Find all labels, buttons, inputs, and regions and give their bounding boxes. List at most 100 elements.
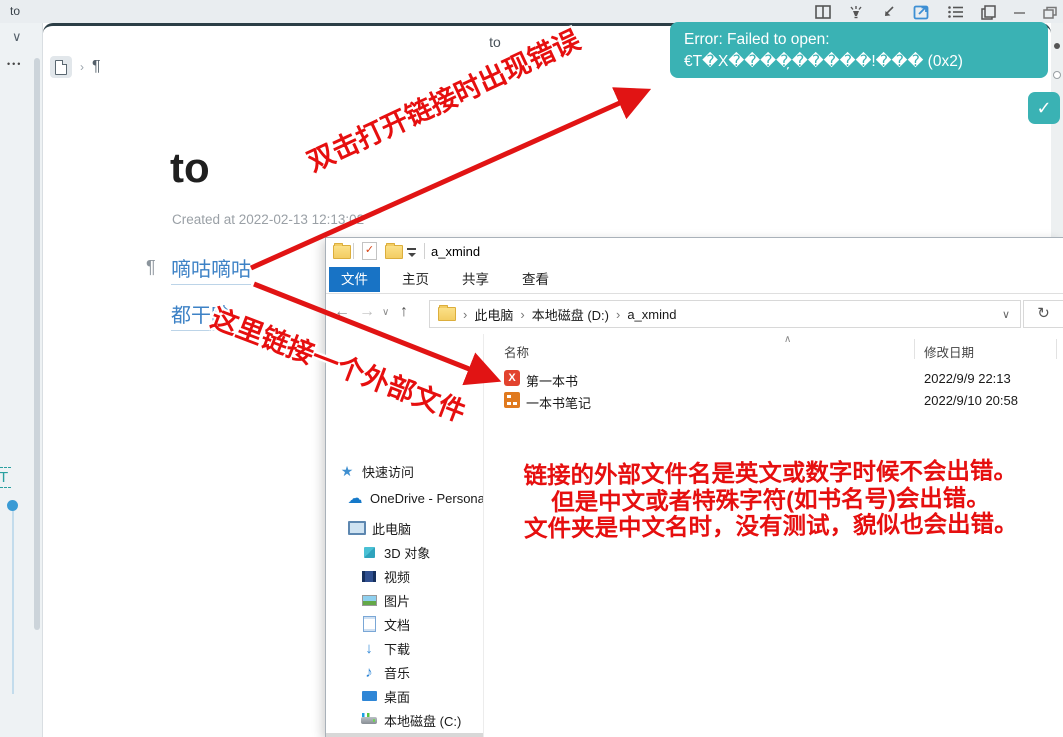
videos-icon bbox=[360, 568, 378, 584]
explorer-file-pane: ∧ 名称 修改日期 类型 大小 X 第一本书 2022/9/9 22:13 XM… bbox=[484, 334, 1063, 737]
sidebar-item-quick-access[interactable]: ★ 快速访问 bbox=[326, 460, 483, 482]
file-name[interactable]: 第一本书 bbox=[526, 371, 578, 390]
collapse-arrows-icon[interactable] bbox=[881, 5, 896, 19]
column-separator[interactable] bbox=[914, 339, 915, 359]
doc-header-title: to bbox=[489, 34, 501, 50]
ribbon-tab-share[interactable]: 共享 bbox=[450, 267, 501, 292]
dock-dot-filled[interactable] bbox=[1054, 43, 1060, 49]
gutter-guide-line bbox=[12, 511, 14, 694]
file-name[interactable]: 一本书笔记 bbox=[526, 393, 591, 412]
quick-access-dropdown-icon[interactable] bbox=[407, 248, 416, 257]
explorer-address-row: ← → ∨ ↑ › 此电脑 › 本地磁盘 (D:) › a_xmind ∨ ↻ bbox=[326, 294, 1063, 334]
desktop-icon bbox=[360, 688, 378, 704]
error-toast: Error: Failed to open: €T�X����̦�����!��… bbox=[670, 22, 1048, 78]
sidebar-item-drive-c[interactable]: 本地磁盘 (C:) bbox=[326, 709, 483, 731]
this-pc-icon bbox=[348, 520, 366, 536]
titlebar-separator bbox=[424, 243, 425, 259]
sidebar-item-downloads[interactable]: ↓ 下载 bbox=[326, 637, 483, 659]
file-row-2[interactable]: 一本书笔记 2022/9/10 20:58 DRAWIO 文件 bbox=[484, 334, 1063, 411]
more-options-icon[interactable]: ••• bbox=[7, 59, 22, 69]
sidebar-item-3d-objects[interactable]: 3D 对象 bbox=[326, 541, 483, 563]
folder-icon[interactable] bbox=[385, 243, 403, 259]
sidebar-item-music[interactable]: ♪ 音乐 bbox=[326, 661, 483, 683]
vertical-scrollbar[interactable] bbox=[34, 58, 40, 630]
column-header-date[interactable]: 修改日期 bbox=[924, 342, 974, 361]
3d-objects-icon bbox=[360, 544, 378, 560]
sort-ascending-icon[interactable]: ∧ bbox=[784, 334, 791, 345]
error-toast-line1: Error: Failed to open: bbox=[684, 31, 830, 48]
open-external-icon[interactable] bbox=[913, 4, 930, 20]
star-icon: ★ bbox=[340, 462, 354, 479]
note-title[interactable]: to bbox=[170, 144, 210, 192]
ribbon-tab-home[interactable]: 主页 bbox=[390, 267, 441, 292]
sidebar-item-videos[interactable]: 视频 bbox=[326, 565, 483, 587]
address-segment-drive-d[interactable]: 本地磁盘 (D:) bbox=[532, 305, 609, 324]
explorer-sidebar: ★ 快速访问 ☁ OneDrive - Persona 此电脑 3D 对象 视频 图… bbox=[326, 334, 484, 737]
minimize-icon[interactable] bbox=[1013, 6, 1026, 19]
explorer-ribbon: 文件 主页 共享 查看 bbox=[326, 265, 1063, 294]
breadcrumb: › ¶ bbox=[50, 56, 101, 78]
drive-c-icon bbox=[360, 712, 378, 728]
file-explorer-window: ✓ a_xmind 文件 主页 共享 查看 ← → ∨ ↑ › 此电脑 › 本地… bbox=[325, 237, 1063, 737]
confirm-check-button[interactable]: ✓ bbox=[1028, 92, 1060, 124]
titlebar-separator bbox=[353, 243, 354, 259]
note-created-timestamp: Created at 2022-02-13 12:13:02 bbox=[172, 212, 365, 227]
clipped-left-text: T bbox=[0, 467, 12, 488]
left-rail: ∨ ••• T bbox=[0, 23, 43, 737]
spotlight-lamp-icon[interactable] bbox=[848, 5, 864, 20]
paragraph-mark-icon[interactable]: ¶ bbox=[92, 58, 101, 76]
column-header-name[interactable]: 名称 bbox=[504, 342, 529, 361]
copy-stack-icon[interactable] bbox=[981, 4, 996, 20]
address-bar[interactable]: › 此电脑 › 本地磁盘 (D:) › a_xmind ∨ bbox=[429, 300, 1021, 328]
column-separator[interactable] bbox=[1056, 339, 1057, 359]
music-icon: ♪ bbox=[365, 663, 373, 681]
window-tab-title[interactable]: to bbox=[10, 4, 20, 18]
sidebar-item-onedrive[interactable]: ☁ OneDrive - Persona bbox=[326, 487, 484, 509]
sidebar-item-drive-d[interactable]: 本地磁盘 (D:) bbox=[326, 733, 483, 737]
app-toolbar bbox=[815, 2, 1057, 22]
sidebar-item-desktop[interactable]: 桌面 bbox=[326, 685, 483, 707]
breadcrumb-separator: › bbox=[80, 60, 84, 74]
error-toast-line2: €T�X����̦�����!��� (0x2) bbox=[684, 53, 963, 71]
note-link-1[interactable]: 嘀咕嘀咕 bbox=[171, 253, 251, 285]
explorer-titlebar[interactable]: ✓ a_xmind bbox=[326, 238, 1063, 265]
explorer-window-title: a_xmind bbox=[431, 244, 481, 259]
pictures-icon bbox=[360, 592, 378, 608]
forward-button[interactable]: → bbox=[359, 303, 375, 321]
note-link-2[interactable]: 都干啥 bbox=[171, 299, 231, 331]
up-button[interactable]: ↑ bbox=[400, 303, 408, 321]
onedrive-cloud-icon: ☁ bbox=[347, 490, 363, 507]
chevron-down-icon[interactable]: ∨ bbox=[12, 29, 22, 45]
restore-window-icon[interactable] bbox=[1043, 6, 1057, 19]
documents-icon bbox=[360, 616, 378, 632]
ribbon-tab-view[interactable]: 查看 bbox=[510, 267, 561, 292]
crumb-sep-icon: › bbox=[520, 306, 525, 322]
doc-icon[interactable] bbox=[50, 56, 72, 78]
sidebar-item-documents[interactable]: 文档 bbox=[326, 613, 483, 635]
drawio-file-icon bbox=[504, 392, 520, 408]
address-dropdown-icon[interactable]: ∨ bbox=[1002, 308, 1010, 321]
gutter-dot-handle[interactable] bbox=[7, 500, 18, 511]
back-button[interactable]: ← bbox=[334, 303, 350, 321]
address-segment-this-pc[interactable]: 此电脑 bbox=[474, 305, 513, 324]
crumb-sep-icon: › bbox=[615, 306, 621, 322]
screen: to ∨ ••• T to › ¶ to Created at 2022-02-… bbox=[0, 0, 1063, 737]
bullet-list-icon[interactable] bbox=[947, 5, 964, 19]
history-dropdown-icon[interactable]: ∨ bbox=[382, 307, 389, 318]
folder-icon bbox=[438, 305, 456, 321]
file-date: 2022/9/9 22:13 bbox=[924, 371, 1011, 386]
downloads-icon: ↓ bbox=[365, 639, 373, 657]
refresh-button[interactable]: ↻ bbox=[1023, 300, 1063, 328]
properties-check-icon[interactable]: ✓ bbox=[362, 242, 377, 260]
file-date: 2022/9/10 20:58 bbox=[924, 393, 1018, 408]
app-titlebar: to bbox=[0, 0, 1063, 23]
ribbon-tab-file[interactable]: 文件 bbox=[329, 267, 380, 292]
address-segment-folder[interactable]: a_xmind bbox=[627, 307, 676, 322]
paragraph-mark: ¶ bbox=[146, 257, 156, 277]
dock-dot-outline[interactable] bbox=[1053, 71, 1061, 79]
columns-layout-icon[interactable] bbox=[815, 5, 831, 19]
sidebar-item-pictures[interactable]: 图片 bbox=[326, 589, 483, 611]
crumb-sep-icon: › bbox=[463, 306, 468, 322]
sidebar-item-this-pc[interactable]: 此电脑 bbox=[326, 517, 483, 539]
folder-icon bbox=[333, 243, 351, 259]
